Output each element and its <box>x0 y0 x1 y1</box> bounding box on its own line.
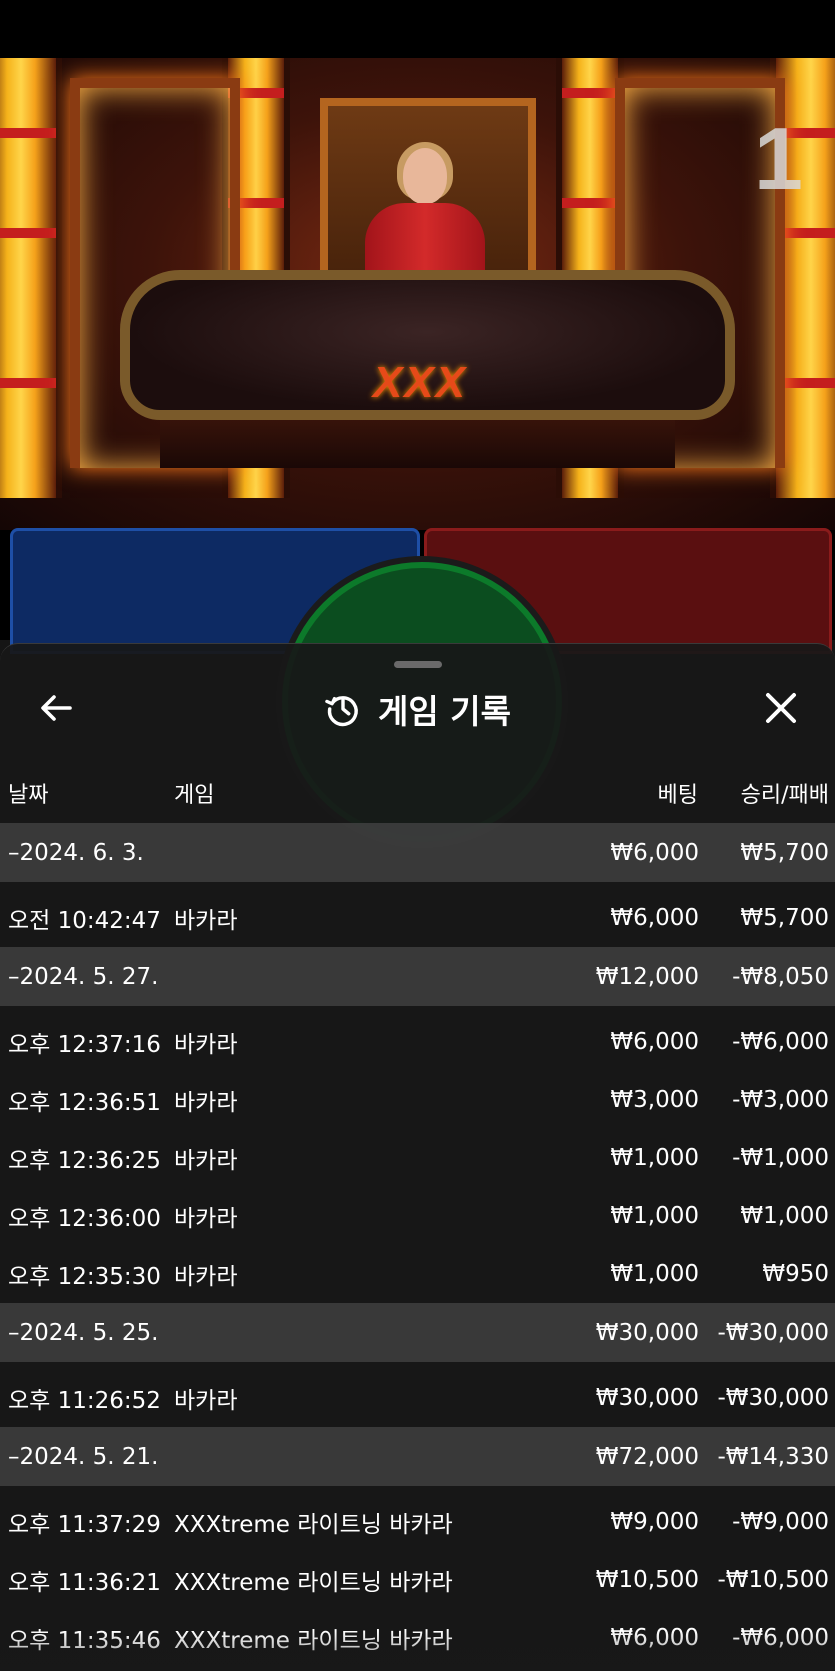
game-result: ₩950 <box>762 1261 829 1287</box>
game-time: 오전 10:42:47 <box>8 908 161 934</box>
close-button[interactable] <box>761 688 801 728</box>
game-name: XXXtreme 라이트닝 바카라 <box>174 1570 453 1596</box>
game-bet: ₩6,000 <box>610 1625 699 1651</box>
game-history-sheet: 게임 기록 날짜 게임 베팅 승리/패배 –2024. 6. 3. ₩6,000… <box>0 643 835 1671</box>
game-name: 바카라 <box>174 1264 238 1290</box>
game-row[interactable]: 오후 12:36:25 바카라 ₩1,000 -₩1,000 <box>0 1129 835 1187</box>
live-video-stream: XXX 1 <box>0 58 835 530</box>
group-date: –2024. 6. 3. <box>8 839 144 866</box>
game-name: 바카라 <box>174 1388 238 1414</box>
close-icon <box>766 693 796 723</box>
game-row[interactable]: 오후 11:37:29 XXXtreme 라이트닝 바카라 ₩9,000 -₩9… <box>0 1493 835 1551</box>
game-time: 오후 12:36:00 <box>8 1206 161 1232</box>
group-date: –2024. 5. 21. <box>8 1443 159 1470</box>
game-time: 오후 12:35:30 <box>8 1264 161 1290</box>
game-time: 오후 12:36:25 <box>8 1148 161 1174</box>
column-header-date: 날짜 <box>8 783 49 808</box>
column-header-bet: 베팅 <box>657 783 698 808</box>
table-logo: XXX <box>372 358 468 407</box>
game-time: 오후 11:35:46 <box>8 1628 161 1654</box>
game-row[interactable]: 오후 11:26:52 바카라 ₩30,000 -₩30,000 <box>0 1369 835 1427</box>
game-result: -₩6,000 <box>732 1029 829 1055</box>
game-bet: ₩9,000 <box>610 1509 699 1535</box>
game-time: 오후 11:37:29 <box>8 1512 161 1538</box>
column-header-result: 승리/패배 <box>740 783 829 808</box>
game-result: ₩1,000 <box>740 1203 829 1229</box>
game-bet: ₩1,000 <box>610 1145 699 1171</box>
game-result: -₩6,000 <box>732 1625 829 1651</box>
game-name: 바카라 <box>174 1148 238 1174</box>
game-result: -₩9,000 <box>732 1509 829 1535</box>
game-row[interactable]: 오후 12:37:16 바카라 ₩6,000 -₩6,000 <box>0 1013 835 1071</box>
status-bar <box>0 0 835 58</box>
game-name: 바카라 <box>174 1206 238 1232</box>
game-bet: ₩6,000 <box>610 1029 699 1055</box>
game-bet: ₩30,000 <box>595 1385 699 1411</box>
game-result: ₩5,700 <box>740 905 829 931</box>
group-result-total: -₩8,050 <box>732 963 829 990</box>
group-bet-total: ₩6,000 <box>610 839 699 866</box>
game-row[interactable]: 오후 11:36:21 XXXtreme 라이트닝 바카라 ₩10,500 -₩… <box>0 1551 835 1609</box>
game-row[interactable]: 오후 12:35:30 바카라 ₩1,000 ₩950 <box>0 1245 835 1303</box>
sheet-title: 게임 기록 <box>378 692 511 731</box>
group-date: –2024. 5. 27. <box>8 963 159 990</box>
group-result-total: ₩5,700 <box>740 839 829 866</box>
table-header: 날짜 게임 베팅 승리/패배 <box>0 777 835 815</box>
sheet-header: 게임 기록 <box>0 684 835 734</box>
game-bet: ₩1,000 <box>610 1203 699 1229</box>
group-result-total: -₩14,330 <box>717 1443 829 1470</box>
round-number: 1 <box>754 109 803 208</box>
game-row[interactable]: 오전 10:42:47 바카라 ₩6,000 ₩5,700 <box>0 889 835 947</box>
game-name: 바카라 <box>174 908 238 934</box>
dealer <box>403 148 447 204</box>
group-bet-total: ₩12,000 <box>595 963 699 990</box>
game-name: 바카라 <box>174 1032 238 1058</box>
game-result: -₩10,500 <box>717 1567 829 1593</box>
game-name: XXXtreme 라이트닝 바카라 <box>174 1628 453 1654</box>
game-time: 오후 12:36:51 <box>8 1090 161 1116</box>
game-bet: ₩3,000 <box>610 1087 699 1113</box>
game-time: 오후 12:37:16 <box>8 1032 161 1058</box>
history-icon <box>325 696 358 727</box>
sheet-drag-handle[interactable] <box>394 661 442 668</box>
game-time: 오후 11:36:21 <box>8 1570 161 1596</box>
date-group-row[interactable]: –2024. 5. 25. ₩30,000 -₩30,000 <box>0 1303 835 1362</box>
stage-pillar <box>0 58 62 498</box>
game-name: XXXtreme 라이트닝 바카라 <box>174 1512 453 1538</box>
game-row[interactable]: 오후 11:35:46 XXXtreme 라이트닝 바카라 ₩6,000 -₩6… <box>0 1609 835 1667</box>
game-row[interactable]: 오후 12:36:00 바카라 ₩1,000 ₩1,000 <box>0 1187 835 1245</box>
date-group-row[interactable]: –2024. 5. 27. ₩12,000 -₩8,050 <box>0 947 835 1006</box>
game-time: 오후 11:26:52 <box>8 1388 161 1414</box>
group-bet-total: ₩72,000 <box>595 1443 699 1470</box>
game-bet: ₩10,500 <box>595 1567 699 1593</box>
column-header-game: 게임 <box>174 783 215 808</box>
game-row[interactable]: 오후 12:36:51 바카라 ₩3,000 -₩3,000 <box>0 1071 835 1129</box>
game-name: 바카라 <box>174 1090 238 1116</box>
game-bet: ₩1,000 <box>610 1261 699 1287</box>
history-list: –2024. 6. 3. ₩6,000 ₩5,700 오전 10:42:47 바… <box>0 823 835 1667</box>
group-date: –2024. 5. 25. <box>8 1319 159 1346</box>
game-result: -₩3,000 <box>732 1087 829 1113</box>
date-group-row[interactable]: –2024. 6. 3. ₩6,000 ₩5,700 <box>0 823 835 882</box>
game-result: -₩1,000 <box>732 1145 829 1171</box>
group-bet-total: ₩30,000 <box>595 1319 699 1346</box>
group-result-total: -₩30,000 <box>717 1319 829 1346</box>
game-bet: ₩6,000 <box>610 905 699 931</box>
game-result: -₩30,000 <box>717 1385 829 1411</box>
date-group-row[interactable]: –2024. 5. 21. ₩72,000 -₩14,330 <box>0 1427 835 1486</box>
